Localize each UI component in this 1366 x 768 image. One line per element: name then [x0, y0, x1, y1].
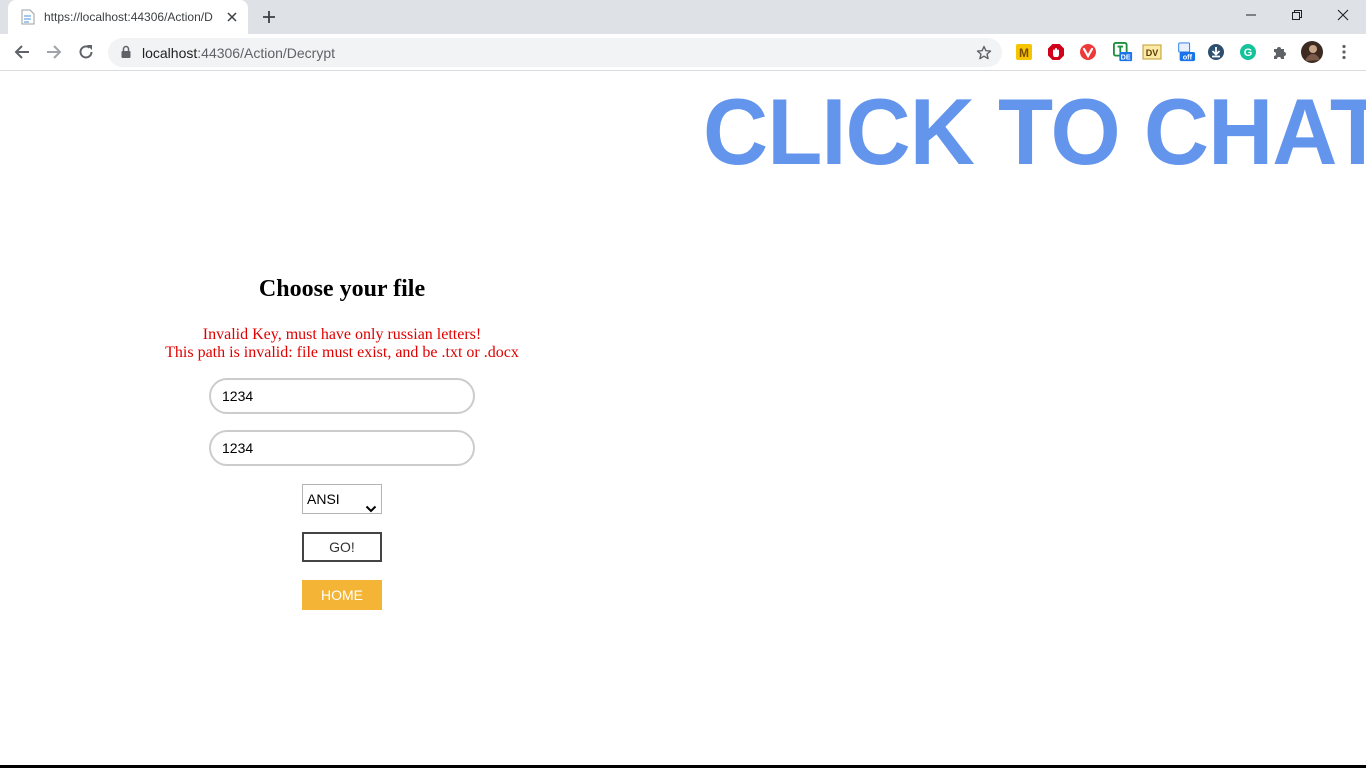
bookmark-star-icon[interactable] [974, 43, 994, 63]
turn-off-icon[interactable]: off [1176, 42, 1196, 62]
chevron-down-icon [365, 495, 377, 513]
back-icon[interactable] [10, 40, 34, 64]
page-title: Choose your file [258, 276, 426, 302]
file-path-input[interactable] [209, 430, 475, 466]
vivaldi-icon[interactable] [1078, 42, 1098, 62]
encoding-selected-value: ANSI [307, 491, 340, 507]
forward-icon[interactable] [42, 40, 66, 64]
dv-label: DV [1146, 48, 1159, 58]
puzzle-icon[interactable] [1270, 42, 1290, 62]
tab-strip: https://localhost:44306/Action/D [0, 0, 1366, 34]
close-tab-icon[interactable] [224, 9, 240, 25]
browser-toolbar: localhost:44306/Action/Decrypt M DE DV o… [0, 34, 1366, 71]
grammarly-icon[interactable]: G [1238, 42, 1258, 62]
page-favicon-icon [21, 9, 35, 25]
profile-avatar[interactable] [1301, 41, 1323, 63]
url-text[interactable]: localhost:44306/Action/Decrypt [142, 45, 335, 61]
home-button[interactable]: HOME [302, 580, 382, 610]
new-tab-icon[interactable] [259, 7, 279, 27]
chrome-menu-icon[interactable] [1334, 42, 1354, 62]
encoding-select[interactable]: ANSI [302, 484, 382, 514]
click-to-chat-banner[interactable]: CLICK TO CHAT [703, 82, 1366, 182]
mega-label: M [1019, 46, 1029, 60]
url-path: :44306/Action/Decrypt [197, 45, 336, 61]
validation-errors: Invalid Key, must have only russian lett… [160, 326, 524, 362]
close-window-icon[interactable] [1320, 0, 1366, 30]
mega-icon[interactable]: M [1014, 42, 1034, 62]
turn-off-label: off [1183, 52, 1193, 61]
minimize-icon[interactable] [1228, 0, 1274, 30]
key-error-message: Invalid Key, must have only russian lett… [202, 326, 482, 343]
adblock-icon[interactable] [1046, 42, 1066, 62]
path-error-message: This path is invalid: file must exist, a… [165, 344, 519, 361]
dv-icon[interactable]: DV [1142, 42, 1162, 62]
tab-title: https://localhost:44306/Action/D [44, 10, 213, 24]
lock-icon[interactable] [120, 45, 132, 59]
url-host: localhost [142, 45, 198, 61]
translate-de-label: DE [1121, 53, 1131, 62]
restore-icon[interactable] [1274, 0, 1320, 30]
translate-de-icon[interactable]: DE [1113, 42, 1133, 62]
key-input[interactable] [209, 378, 475, 414]
browser-tab[interactable]: https://localhost:44306/Action/D [8, 0, 248, 34]
reload-icon[interactable] [74, 40, 98, 64]
go-button[interactable]: GO! [302, 532, 382, 562]
download-icon[interactable] [1206, 42, 1226, 62]
decrypt-form: Choose your file Invalid Key, must have … [160, 272, 524, 610]
grammarly-label: G [1244, 47, 1253, 59]
address-bar[interactable]: localhost:44306/Action/Decrypt [108, 38, 1002, 67]
